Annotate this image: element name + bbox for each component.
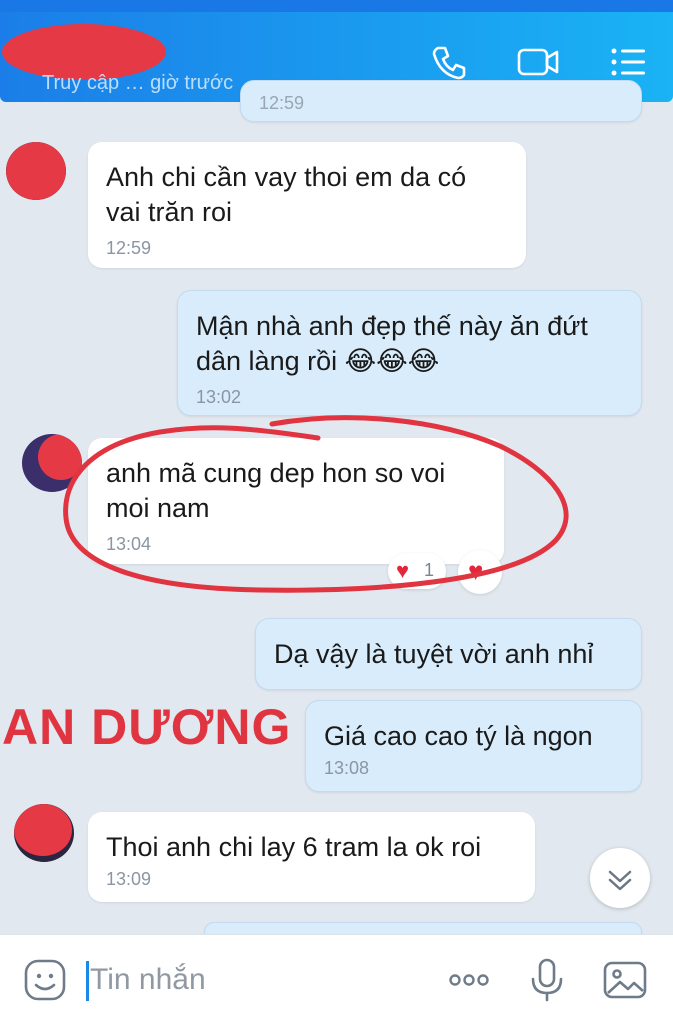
avatar	[22, 434, 82, 492]
last-seen-status: Truy cập … giờ trước	[42, 72, 234, 94]
message-text: Mận nhà anh đẹp thế này ăn đứt dân làng …	[196, 311, 588, 376]
avatar	[6, 142, 66, 200]
microphone-icon[interactable]	[522, 955, 572, 1005]
status-bar	[0, 0, 673, 12]
message-bubble-incoming[interactable]: anh mã cung dep hon so voi moi nam 13:04	[88, 438, 504, 564]
message-composer: Tin nhắn	[0, 934, 673, 1025]
message-input[interactable]: Tin nhắn	[90, 963, 206, 997]
reaction-count: 1	[424, 560, 435, 580]
video-call-icon[interactable]	[516, 40, 560, 84]
heart-icon: ♥	[468, 556, 484, 586]
message-bubble-outgoing[interactable]: Mận nhà anh đẹp thế này ăn đứt dân làng …	[177, 290, 642, 416]
heart-reaction-icon: ♥	[396, 558, 410, 583]
add-reaction-button[interactable]: ♥	[458, 550, 502, 594]
chevron-down-icon	[608, 870, 632, 891]
message-text: Dạ vậy là tuyệt vời anh nhỉ	[274, 639, 594, 669]
menu-list-icon[interactable]	[606, 40, 650, 84]
more-dots-icon[interactable]	[444, 955, 494, 1005]
message-text: Anh chi cần vay thoi em da có vai trăn r…	[106, 162, 467, 227]
message-text: anh mã cung dep hon so voi moi nam	[106, 458, 446, 523]
message-time: 13:02	[196, 387, 242, 407]
message-text: Thoi anh chi lay 6 tram la ok roi	[106, 832, 482, 862]
message-time: 13:09	[106, 869, 152, 889]
message-time: 12:59	[106, 238, 152, 258]
image-icon[interactable]	[600, 955, 650, 1005]
message-text: Giá cao cao tý là ngon	[324, 721, 593, 751]
phone-icon[interactable]	[428, 40, 472, 84]
message-bubble-outgoing[interactable]: Dạ vậy là tuyệt vời anh nhỉ	[255, 618, 642, 690]
scroll-to-bottom-button[interactable]	[590, 848, 650, 908]
message-bubble-outgoing[interactable]: 12:59	[240, 80, 642, 122]
message-time: 12:59	[259, 93, 305, 113]
avatar	[14, 804, 74, 862]
message-bubble-incoming[interactable]: Thoi anh chi lay 6 tram la ok roi 13:09	[88, 812, 535, 902]
reaction-summary[interactable]: ♥ 1	[388, 553, 446, 589]
message-bubble-incoming[interactable]: Anh chi cần vay thoi em da có vai trăn r…	[88, 142, 526, 268]
message-bubble-outgoing[interactable]: Giá cao cao tý là ngon 13:08	[305, 700, 642, 792]
emoji-icon[interactable]	[20, 955, 70, 1005]
text-cursor	[86, 961, 89, 1001]
watermark-text: AN DƯƠNG	[2, 699, 292, 755]
message-time: 13:08	[324, 758, 370, 778]
